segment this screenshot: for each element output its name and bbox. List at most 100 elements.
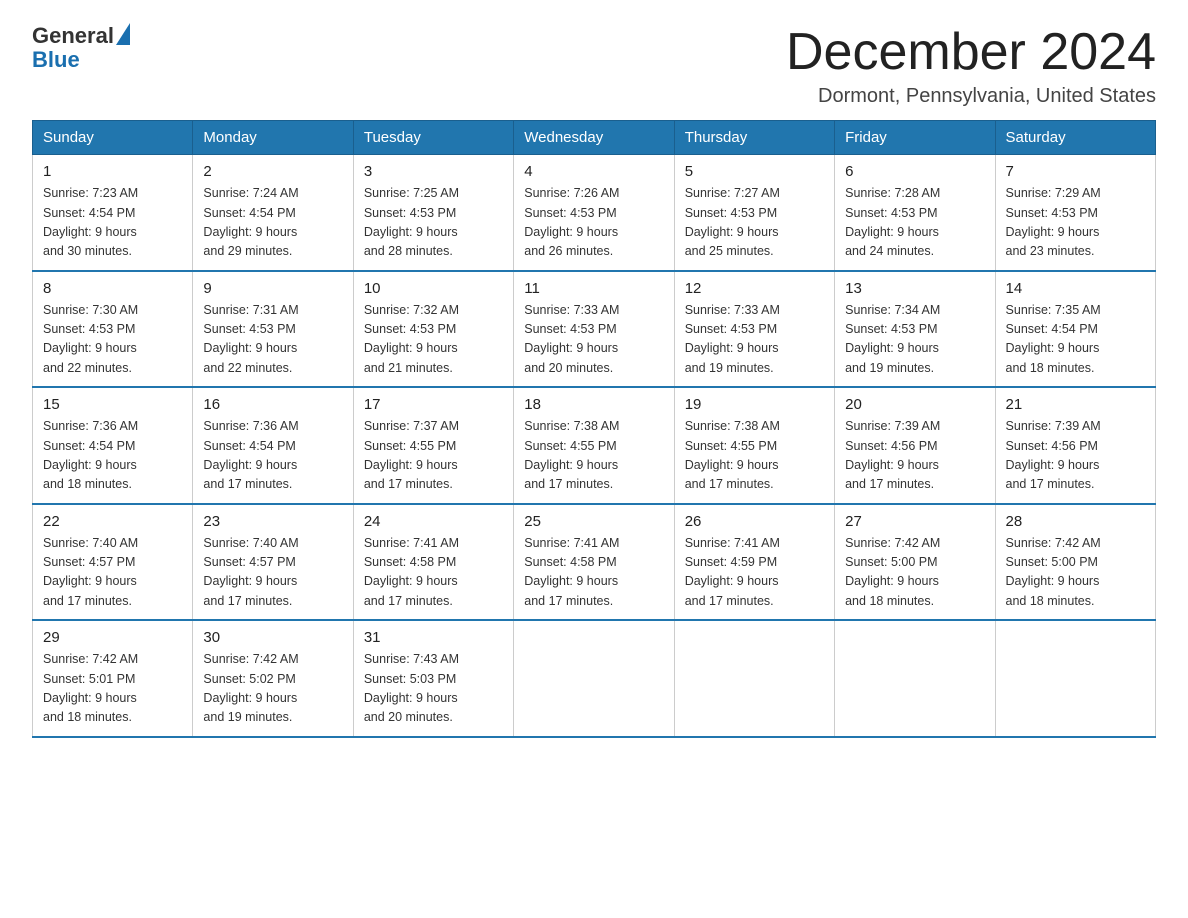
calendar-table: SundayMondayTuesdayWednesdayThursdayFrid… bbox=[32, 120, 1156, 738]
calendar-cell: 12 Sunrise: 7:33 AMSunset: 4:53 PMDaylig… bbox=[674, 271, 834, 388]
day-number: 31 bbox=[364, 629, 503, 646]
calendar-cell: 2 Sunrise: 7:24 AMSunset: 4:54 PMDayligh… bbox=[193, 155, 353, 271]
weekday-header-row: SundayMondayTuesdayWednesdayThursdayFrid… bbox=[33, 121, 1156, 155]
calendar-cell: 7 Sunrise: 7:29 AMSunset: 4:53 PMDayligh… bbox=[995, 155, 1155, 271]
calendar-cell: 19 Sunrise: 7:38 AMSunset: 4:55 PMDaylig… bbox=[674, 387, 834, 504]
day-info: Sunrise: 7:36 AMSunset: 4:54 PMDaylight:… bbox=[43, 419, 138, 491]
day-number: 19 bbox=[685, 396, 824, 413]
calendar-week-row: 22 Sunrise: 7:40 AMSunset: 4:57 PMDaylig… bbox=[33, 504, 1156, 621]
calendar-week-row: 15 Sunrise: 7:36 AMSunset: 4:54 PMDaylig… bbox=[33, 387, 1156, 504]
day-info: Sunrise: 7:29 AMSunset: 4:53 PMDaylight:… bbox=[1006, 186, 1101, 258]
day-info: Sunrise: 7:27 AMSunset: 4:53 PMDaylight:… bbox=[685, 186, 780, 258]
page-header: General Blue December 2024 Dormont, Penn… bbox=[32, 24, 1156, 108]
day-number: 30 bbox=[203, 629, 342, 646]
day-info: Sunrise: 7:31 AMSunset: 4:53 PMDaylight:… bbox=[203, 303, 298, 375]
day-info: Sunrise: 7:42 AMSunset: 5:00 PMDaylight:… bbox=[845, 536, 940, 608]
day-number: 5 bbox=[685, 163, 824, 180]
weekday-header-monday: Monday bbox=[193, 121, 353, 155]
day-number: 10 bbox=[364, 280, 503, 297]
day-info: Sunrise: 7:33 AMSunset: 4:53 PMDaylight:… bbox=[524, 303, 619, 375]
day-info: Sunrise: 7:39 AMSunset: 4:56 PMDaylight:… bbox=[1006, 419, 1101, 491]
weekday-header-friday: Friday bbox=[835, 121, 995, 155]
day-info: Sunrise: 7:36 AMSunset: 4:54 PMDaylight:… bbox=[203, 419, 298, 491]
day-info: Sunrise: 7:40 AMSunset: 4:57 PMDaylight:… bbox=[43, 536, 138, 608]
calendar-cell: 23 Sunrise: 7:40 AMSunset: 4:57 PMDaylig… bbox=[193, 504, 353, 621]
day-number: 16 bbox=[203, 396, 342, 413]
day-number: 29 bbox=[43, 629, 182, 646]
location-title: Dormont, Pennsylvania, United States bbox=[786, 85, 1156, 108]
day-number: 15 bbox=[43, 396, 182, 413]
calendar-week-row: 1 Sunrise: 7:23 AMSunset: 4:54 PMDayligh… bbox=[33, 155, 1156, 271]
calendar-cell bbox=[835, 620, 995, 737]
weekday-header-saturday: Saturday bbox=[995, 121, 1155, 155]
day-info: Sunrise: 7:34 AMSunset: 4:53 PMDaylight:… bbox=[845, 303, 940, 375]
day-number: 6 bbox=[845, 163, 984, 180]
day-info: Sunrise: 7:30 AMSunset: 4:53 PMDaylight:… bbox=[43, 303, 138, 375]
day-info: Sunrise: 7:41 AMSunset: 4:59 PMDaylight:… bbox=[685, 536, 780, 608]
day-number: 18 bbox=[524, 396, 663, 413]
day-info: Sunrise: 7:37 AMSunset: 4:55 PMDaylight:… bbox=[364, 419, 459, 491]
calendar-cell: 9 Sunrise: 7:31 AMSunset: 4:53 PMDayligh… bbox=[193, 271, 353, 388]
day-number: 14 bbox=[1006, 280, 1145, 297]
calendar-cell: 15 Sunrise: 7:36 AMSunset: 4:54 PMDaylig… bbox=[33, 387, 193, 504]
day-number: 2 bbox=[203, 163, 342, 180]
calendar-cell: 20 Sunrise: 7:39 AMSunset: 4:56 PMDaylig… bbox=[835, 387, 995, 504]
day-number: 1 bbox=[43, 163, 182, 180]
title-block: December 2024 Dormont, Pennsylvania, Uni… bbox=[786, 24, 1156, 108]
calendar-cell: 28 Sunrise: 7:42 AMSunset: 5:00 PMDaylig… bbox=[995, 504, 1155, 621]
weekday-header-tuesday: Tuesday bbox=[353, 121, 513, 155]
day-info: Sunrise: 7:40 AMSunset: 4:57 PMDaylight:… bbox=[203, 536, 298, 608]
day-info: Sunrise: 7:42 AMSunset: 5:00 PMDaylight:… bbox=[1006, 536, 1101, 608]
day-number: 22 bbox=[43, 513, 182, 530]
weekday-header-wednesday: Wednesday bbox=[514, 121, 674, 155]
calendar-cell: 16 Sunrise: 7:36 AMSunset: 4:54 PMDaylig… bbox=[193, 387, 353, 504]
day-info: Sunrise: 7:41 AMSunset: 4:58 PMDaylight:… bbox=[524, 536, 619, 608]
day-info: Sunrise: 7:33 AMSunset: 4:53 PMDaylight:… bbox=[685, 303, 780, 375]
day-number: 21 bbox=[1006, 396, 1145, 413]
logo: General Blue bbox=[32, 24, 130, 72]
month-title: December 2024 bbox=[786, 24, 1156, 81]
day-info: Sunrise: 7:41 AMSunset: 4:58 PMDaylight:… bbox=[364, 536, 459, 608]
calendar-cell: 29 Sunrise: 7:42 AMSunset: 5:01 PMDaylig… bbox=[33, 620, 193, 737]
day-info: Sunrise: 7:39 AMSunset: 4:56 PMDaylight:… bbox=[845, 419, 940, 491]
calendar-cell: 8 Sunrise: 7:30 AMSunset: 4:53 PMDayligh… bbox=[33, 271, 193, 388]
calendar-week-row: 8 Sunrise: 7:30 AMSunset: 4:53 PMDayligh… bbox=[33, 271, 1156, 388]
day-info: Sunrise: 7:43 AMSunset: 5:03 PMDaylight:… bbox=[364, 652, 459, 724]
calendar-cell: 18 Sunrise: 7:38 AMSunset: 4:55 PMDaylig… bbox=[514, 387, 674, 504]
day-number: 9 bbox=[203, 280, 342, 297]
day-number: 23 bbox=[203, 513, 342, 530]
day-number: 7 bbox=[1006, 163, 1145, 180]
calendar-cell: 26 Sunrise: 7:41 AMSunset: 4:59 PMDaylig… bbox=[674, 504, 834, 621]
day-number: 3 bbox=[364, 163, 503, 180]
calendar-cell: 4 Sunrise: 7:26 AMSunset: 4:53 PMDayligh… bbox=[514, 155, 674, 271]
day-info: Sunrise: 7:24 AMSunset: 4:54 PMDaylight:… bbox=[203, 186, 298, 258]
calendar-cell: 30 Sunrise: 7:42 AMSunset: 5:02 PMDaylig… bbox=[193, 620, 353, 737]
calendar-cell: 24 Sunrise: 7:41 AMSunset: 4:58 PMDaylig… bbox=[353, 504, 513, 621]
weekday-header-thursday: Thursday bbox=[674, 121, 834, 155]
day-number: 13 bbox=[845, 280, 984, 297]
calendar-cell: 14 Sunrise: 7:35 AMSunset: 4:54 PMDaylig… bbox=[995, 271, 1155, 388]
day-number: 25 bbox=[524, 513, 663, 530]
day-number: 27 bbox=[845, 513, 984, 530]
day-info: Sunrise: 7:28 AMSunset: 4:53 PMDaylight:… bbox=[845, 186, 940, 258]
day-number: 26 bbox=[685, 513, 824, 530]
calendar-cell: 21 Sunrise: 7:39 AMSunset: 4:56 PMDaylig… bbox=[995, 387, 1155, 504]
logo-blue-text: Blue bbox=[32, 48, 130, 72]
day-info: Sunrise: 7:26 AMSunset: 4:53 PMDaylight:… bbox=[524, 186, 619, 258]
calendar-cell: 5 Sunrise: 7:27 AMSunset: 4:53 PMDayligh… bbox=[674, 155, 834, 271]
day-info: Sunrise: 7:42 AMSunset: 5:01 PMDaylight:… bbox=[43, 652, 138, 724]
day-number: 17 bbox=[364, 396, 503, 413]
logo-triangle-icon bbox=[116, 23, 130, 45]
day-number: 8 bbox=[43, 280, 182, 297]
calendar-cell: 1 Sunrise: 7:23 AMSunset: 4:54 PMDayligh… bbox=[33, 155, 193, 271]
calendar-cell: 3 Sunrise: 7:25 AMSunset: 4:53 PMDayligh… bbox=[353, 155, 513, 271]
calendar-cell: 31 Sunrise: 7:43 AMSunset: 5:03 PMDaylig… bbox=[353, 620, 513, 737]
day-info: Sunrise: 7:38 AMSunset: 4:55 PMDaylight:… bbox=[685, 419, 780, 491]
day-info: Sunrise: 7:35 AMSunset: 4:54 PMDaylight:… bbox=[1006, 303, 1101, 375]
logo-general-text: General bbox=[32, 24, 114, 48]
day-info: Sunrise: 7:32 AMSunset: 4:53 PMDaylight:… bbox=[364, 303, 459, 375]
calendar-cell: 10 Sunrise: 7:32 AMSunset: 4:53 PMDaylig… bbox=[353, 271, 513, 388]
day-number: 24 bbox=[364, 513, 503, 530]
calendar-cell: 6 Sunrise: 7:28 AMSunset: 4:53 PMDayligh… bbox=[835, 155, 995, 271]
calendar-cell: 13 Sunrise: 7:34 AMSunset: 4:53 PMDaylig… bbox=[835, 271, 995, 388]
